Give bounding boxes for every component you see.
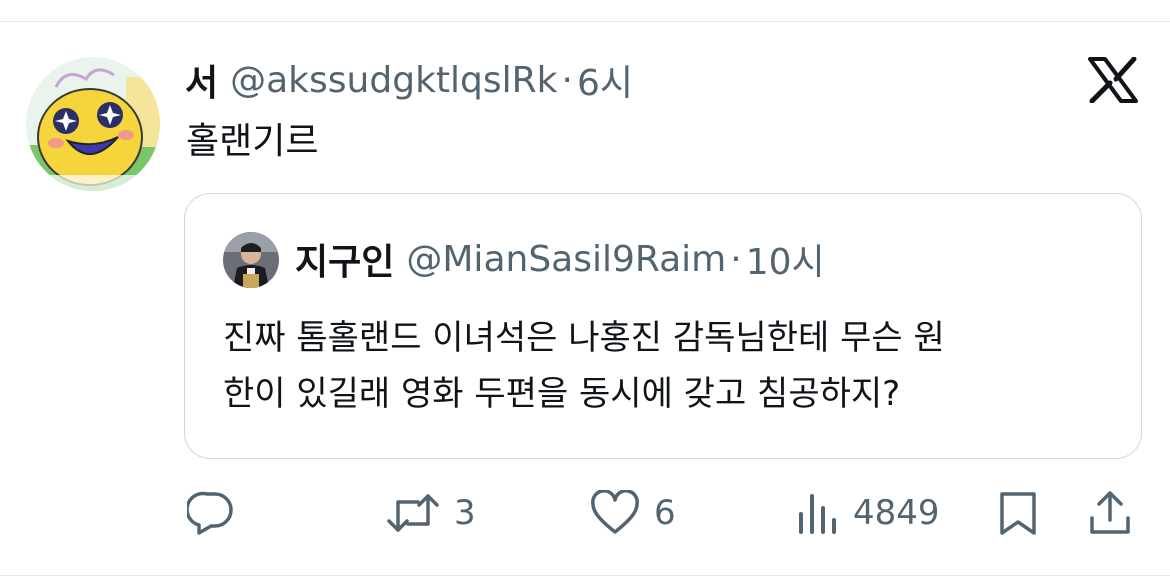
like-button[interactable]: 6 (590, 488, 676, 538)
quoted-tweet-card[interactable]: 지구인 @MianSasil9Raim · 10시 진짜 톰홀랜드 이녀석은 나… (184, 193, 1142, 459)
retweet-count: 3 (454, 493, 476, 533)
quoted-tweet-time[interactable]: 10시 (746, 233, 825, 285)
author-avatar[interactable] (26, 57, 160, 191)
quoted-author-handle[interactable]: @MianSasil9Raim (406, 239, 726, 280)
views-button[interactable]: 4849 (797, 488, 940, 538)
quoted-author-avatar[interactable] (223, 232, 279, 288)
views-count: 4849 (853, 493, 940, 533)
reply-icon (187, 491, 233, 535)
reply-button[interactable] (187, 488, 235, 538)
retweet-icon (387, 494, 439, 532)
author-name[interactable]: 서 (185, 54, 218, 106)
like-count: 6 (654, 493, 676, 533)
author-handle[interactable]: @akssudgktlqslRk (230, 60, 557, 101)
tweet-text: 홀랜기르 (186, 121, 319, 162)
retweet-button[interactable]: 3 (386, 488, 476, 538)
quoted-text-line-2: 한이 있길래 영화 두편을 동시에 갖고 침공하지? (223, 374, 901, 414)
share-button[interactable] (1088, 488, 1132, 538)
views-icon (799, 494, 836, 534)
separator-dot: · (561, 59, 573, 101)
bookmark-icon (1000, 492, 1036, 535)
bottom-divider (0, 575, 1170, 576)
tweet-time[interactable]: 6시 (577, 54, 633, 106)
quoted-text-line-1: 진짜 톰홀랜드 이녀석은 나홍진 감독님한테 무슨 원 (223, 318, 945, 358)
tweet-header: 서 @akssudgktlqslRk · 6시 (185, 54, 633, 106)
quoted-tweet-header: 지구인 @MianSasil9Raim · 10시 (295, 233, 825, 285)
top-divider (0, 21, 1170, 22)
quoted-separator-dot: · (730, 238, 742, 280)
quoted-tweet-text: 진짜 톰홀랜드 이녀석은 나홍진 감독님한테 무슨 원 한이 있길래 영화 두편… (223, 310, 945, 422)
quoted-author-name[interactable]: 지구인 (295, 233, 394, 285)
share-icon (1090, 491, 1130, 534)
heart-icon (591, 490, 639, 534)
action-bar: 3 6 4849 (0, 488, 1170, 538)
x-logo-icon[interactable] (1088, 56, 1138, 104)
bookmark-button[interactable] (998, 488, 1038, 538)
